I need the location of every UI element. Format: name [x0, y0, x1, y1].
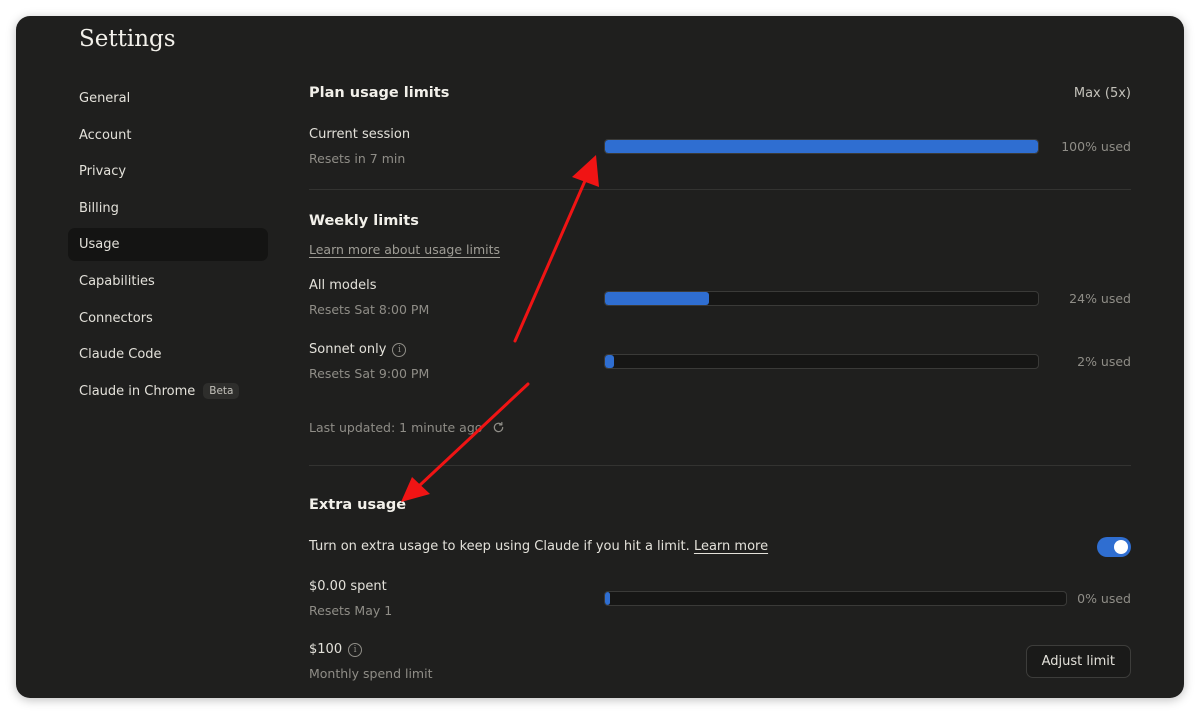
sidebar-item-label: Claude Code — [79, 347, 162, 363]
extra-usage-learn-more-link[interactable]: Learn more — [694, 539, 768, 554]
sidebar-item-label: Capabilities — [79, 273, 155, 289]
current-session-progress — [604, 139, 1039, 154]
all-models-percent: 24% used — [1069, 291, 1131, 306]
sidebar-item-general[interactable]: General — [68, 82, 268, 115]
toggle-knob — [1114, 540, 1128, 554]
sidebar-item-label: Usage — [79, 237, 120, 253]
plan-name: Max (5x) — [1073, 86, 1131, 101]
spend-limit-value: $100 — [309, 642, 343, 657]
sidebar-item-usage[interactable]: Usage — [68, 228, 268, 262]
sonnet-only-progress — [604, 354, 1039, 369]
page-title: Settings — [79, 26, 176, 52]
sidebar-item-label: Billing — [79, 200, 119, 216]
spend-limit-sub: Monthly spend limit — [309, 666, 433, 681]
sidebar-item-capabilities[interactable]: Capabilities — [68, 265, 268, 298]
spent-label: $0.00 spent — [309, 579, 387, 594]
sidebar-item-claude-code[interactable]: Claude Code — [68, 338, 268, 371]
adjust-limit-button[interactable]: Adjust limit — [1025, 645, 1131, 678]
extra-usage-description: Turn on extra usage to keep using Claude… — [309, 539, 690, 554]
info-icon[interactable]: i — [348, 642, 363, 657]
usage-panel: Plan usage limits Max (5x) Current sessi… — [309, 16, 1131, 698]
sidebar-item-connectors[interactable]: Connectors — [68, 302, 268, 335]
refresh-icon[interactable] — [492, 421, 505, 437]
settings-window: Settings General Account Privacy Billing… — [16, 16, 1184, 698]
current-session-label: Current session — [309, 127, 411, 142]
progress-fill — [605, 592, 610, 605]
divider — [309, 465, 1131, 466]
info-icon[interactable]: i — [392, 342, 407, 357]
sidebar: General Account Privacy Billing Usage Ca… — [68, 82, 268, 411]
sidebar-item-claude-in-chrome[interactable]: Claude in Chrome Beta — [68, 375, 268, 408]
all-models-progress — [604, 291, 1039, 306]
divider — [309, 189, 1131, 190]
learn-more-usage-link[interactable]: Learn more about usage limits — [309, 242, 500, 257]
spent-resets: Resets May 1 — [309, 603, 393, 618]
sonnet-only-percent: 2% used — [1077, 354, 1131, 369]
weekly-limits-heading: Weekly limits — [309, 213, 419, 229]
sidebar-item-privacy[interactable]: Privacy — [68, 155, 268, 188]
sidebar-item-billing[interactable]: Billing — [68, 192, 268, 225]
sonnet-only-resets: Resets Sat 9:00 PM — [309, 366, 430, 381]
beta-badge: Beta — [203, 383, 240, 400]
sidebar-item-account[interactable]: Account — [68, 119, 268, 152]
sidebar-item-label: Connectors — [79, 310, 153, 326]
sidebar-item-label: Claude in Chrome — [79, 383, 196, 399]
current-session-percent: 100% used — [1061, 139, 1131, 154]
sidebar-item-label: Privacy — [79, 164, 127, 180]
sonnet-only-label: Sonnet only — [309, 342, 387, 357]
all-models-resets: Resets Sat 8:00 PM — [309, 302, 430, 317]
progress-fill — [605, 355, 614, 368]
sidebar-item-label: General — [79, 91, 131, 106]
extra-usage-percent: 0% used — [1077, 591, 1131, 606]
extra-usage-heading: Extra usage — [309, 497, 407, 513]
extra-usage-toggle[interactable] — [1097, 537, 1131, 557]
progress-fill — [605, 292, 709, 305]
last-updated-text: Last updated: 1 minute ago — [309, 420, 483, 435]
plan-usage-heading: Plan usage limits — [309, 85, 450, 101]
sidebar-item-label: Account — [79, 127, 132, 143]
extra-usage-progress — [604, 591, 1067, 606]
progress-fill — [605, 140, 1038, 153]
current-session-resets: Resets in 7 min — [309, 151, 406, 166]
all-models-label: All models — [309, 278, 377, 293]
